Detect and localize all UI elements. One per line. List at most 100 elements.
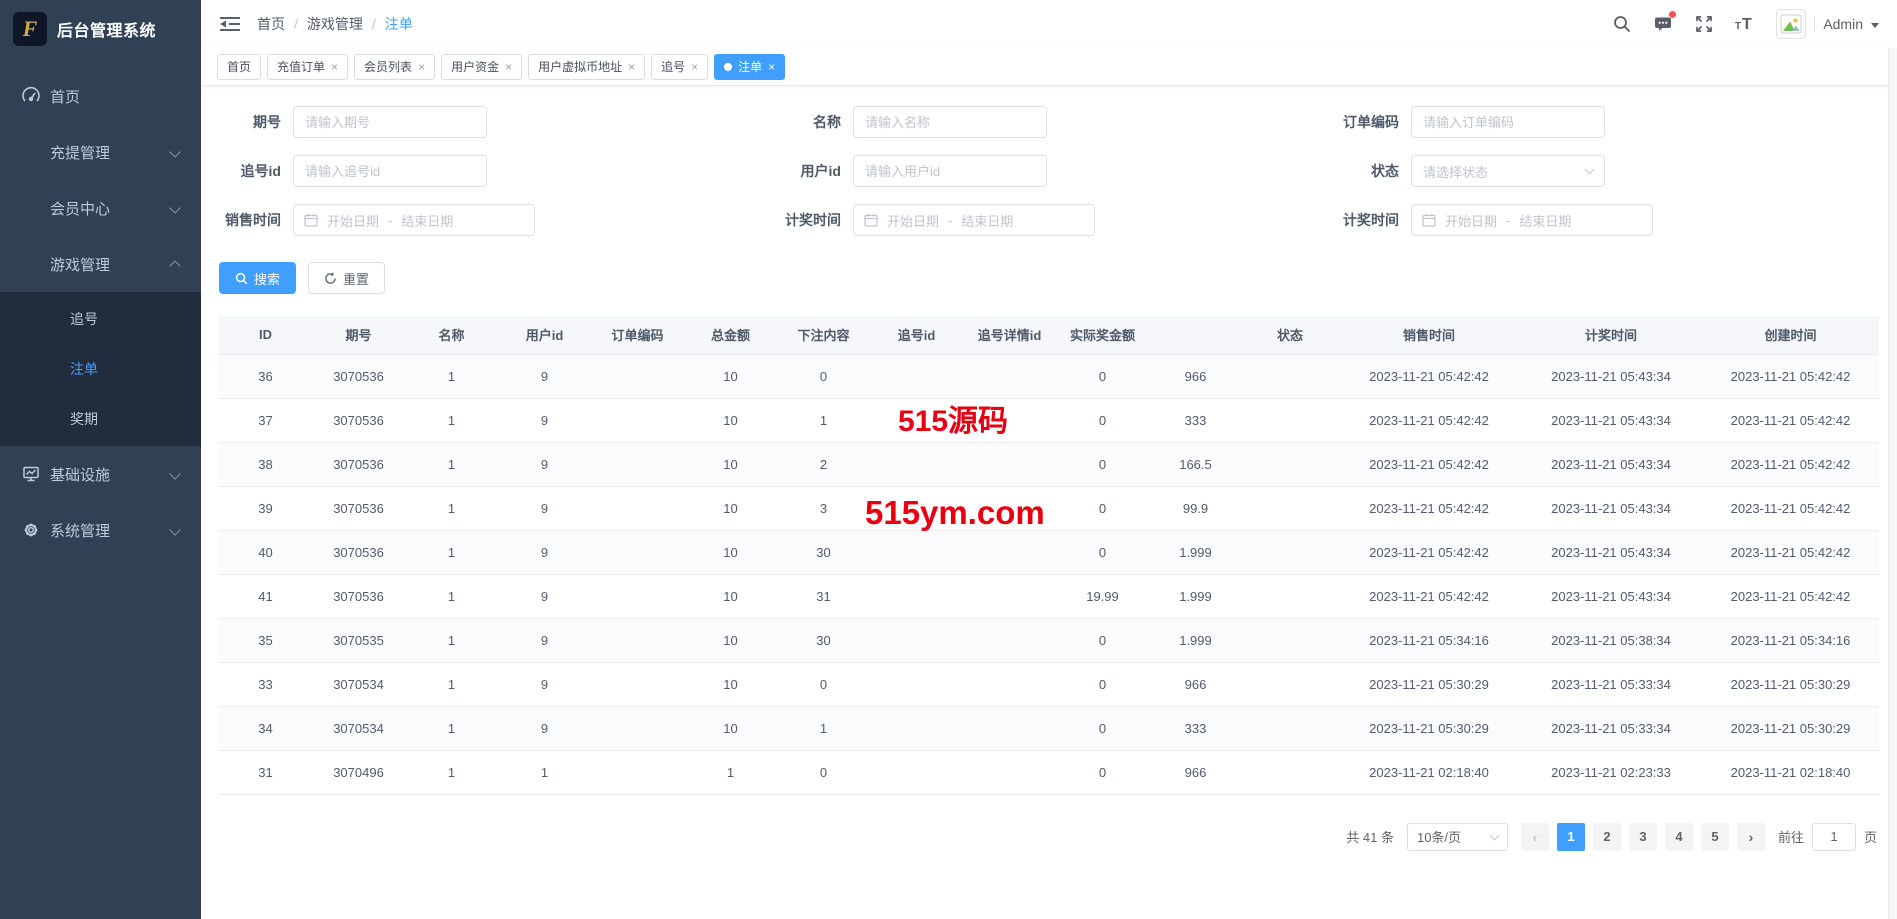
filter-name: 名称: [761, 106, 1319, 138]
tab-2[interactable]: 会员列表×: [354, 54, 435, 80]
message-icon[interactable]: [1653, 14, 1673, 34]
tab-close-icon[interactable]: ×: [768, 61, 775, 73]
table-cell: 1: [405, 618, 498, 662]
start-date-placeholder: 开始日期: [1445, 211, 1497, 230]
bets-table: ID期号名称用户id订单编码总金额下注内容追号id追号详情id实际奖金额状态销售…: [219, 316, 1879, 795]
page-button-1[interactable]: 1: [1557, 823, 1585, 851]
user-menu[interactable]: Admin: [1776, 9, 1879, 39]
table-row: 3730705361910103332023-11-21 05:42:42202…: [219, 398, 1879, 442]
collapse-sidebar-icon[interactable]: [219, 15, 241, 33]
table-cell: 966: [1149, 750, 1242, 794]
table-cell: 3070496: [312, 750, 405, 794]
scrollbar-gutter[interactable]: [1888, 48, 1897, 919]
table-cell: 1: [777, 398, 870, 442]
sidebar-item-home[interactable]: 首页: [0, 68, 201, 124]
avatar[interactable]: [1776, 9, 1806, 39]
font-size-icon[interactable]: T T: [1735, 14, 1755, 34]
sale-time-range-picker[interactable]: 开始日期 - 结束日期: [293, 204, 535, 236]
page-button-5[interactable]: 5: [1701, 823, 1729, 851]
sidebar-item-draws[interactable]: 奖期: [0, 394, 201, 444]
tab-3[interactable]: 用户资金×: [441, 54, 522, 80]
svg-text:T: T: [1742, 16, 1752, 33]
table-cell: 0: [1056, 442, 1149, 486]
next-page-button[interactable]: ›: [1737, 823, 1765, 851]
table-cell: [591, 486, 684, 530]
reset-button[interactable]: 重置: [308, 262, 385, 294]
search-icon[interactable]: [1612, 14, 1632, 34]
table-row: 41307053619103119.991.9992023-11-21 05:4…: [219, 574, 1879, 618]
tab-close-icon[interactable]: ×: [628, 61, 635, 73]
sidebar-item-recharge[interactable]: 充提管理: [0, 124, 201, 180]
tab-0[interactable]: 首页: [217, 54, 261, 80]
prize-time-range-picker-2[interactable]: 开始日期 - 结束日期: [1411, 204, 1653, 236]
field-label: 追号id: [201, 161, 293, 181]
field-label: 用户id: [761, 161, 853, 181]
search-button[interactable]: 搜索: [219, 262, 296, 294]
table-cell: 2023-11-21 05:42:42: [1338, 574, 1520, 618]
table-cell: 1: [405, 662, 498, 706]
table-cell: [1242, 706, 1338, 750]
sidebar-item-games[interactable]: 游戏管理: [0, 236, 201, 292]
user-id-input[interactable]: [853, 155, 1047, 187]
table-cell: 10: [684, 662, 777, 706]
table-cell: 3070536: [312, 574, 405, 618]
status-select[interactable]: 请选择状态: [1411, 155, 1605, 187]
table-cell: 2023-11-21 02:23:33: [1520, 750, 1702, 794]
breadcrumb-games[interactable]: 游戏管理: [307, 14, 363, 34]
tab-close-icon[interactable]: ×: [331, 61, 338, 73]
infrastructure-icon: [21, 464, 41, 484]
table-cell: 2023-11-21 05:30:29: [1702, 706, 1879, 750]
order-code-input[interactable]: [1411, 106, 1605, 138]
table-cell: 1: [405, 574, 498, 618]
page-button-3[interactable]: 3: [1629, 823, 1657, 851]
tab-5[interactable]: 追号 ×: [651, 54, 708, 80]
prize-time-range-picker-1[interactable]: 开始日期 - 结束日期: [853, 204, 1095, 236]
breadcrumb-separator: /: [372, 16, 376, 32]
date-separator: -: [388, 213, 392, 228]
tab-4[interactable]: 用户虚拟币地址×: [528, 54, 645, 80]
field-label: 计奖时间: [1319, 210, 1411, 230]
filter-status: 状态 请选择状态: [1319, 155, 1897, 187]
table-cell: 1.999: [1149, 618, 1242, 662]
page-button-4[interactable]: 4: [1665, 823, 1693, 851]
table-cell: 3070536: [312, 530, 405, 574]
column-header: 状态: [1242, 316, 1338, 354]
table-cell: 2023-11-21 05:42:42: [1338, 530, 1520, 574]
tab-6[interactable]: 注单×: [714, 54, 785, 80]
table-cell: [1242, 750, 1338, 794]
date-separator: -: [1506, 213, 1510, 228]
page-size-select[interactable]: 10条/页: [1407, 823, 1508, 851]
table-cell: 10: [684, 398, 777, 442]
calendar-icon: [304, 213, 318, 227]
sidebar-menu: 首页 充提管理 会员中心 游戏管理 追号 注单 奖期: [0, 68, 201, 558]
tab-close-icon[interactable]: ×: [691, 61, 698, 73]
chase-id-input[interactable]: [293, 155, 487, 187]
issue-no-input[interactable]: [293, 106, 487, 138]
table-cell: [963, 618, 1056, 662]
sidebar-item-members[interactable]: 会员中心: [0, 180, 201, 236]
sidebar-item-chase[interactable]: 追号: [0, 294, 201, 344]
tab-1[interactable]: 充值订单×: [267, 54, 348, 80]
sidebar-item-system[interactable]: 系统管理: [0, 502, 201, 558]
tab-close-icon[interactable]: ×: [505, 61, 512, 73]
chevron-up-icon: [169, 260, 180, 271]
name-input[interactable]: [853, 106, 1047, 138]
table-row: 383070536191020166.52023-11-21 05:42:422…: [219, 442, 1879, 486]
bets-table-wrap: ID期号名称用户id订单编码总金额下注内容追号id追号详情id实际奖金额状态销售…: [219, 316, 1879, 795]
table-cell: [870, 530, 963, 574]
table-cell: 34: [219, 706, 312, 750]
table-cell: 2: [777, 442, 870, 486]
prev-page-button[interactable]: ‹: [1521, 823, 1549, 851]
sidebar-item-bets[interactable]: 注单: [0, 344, 201, 394]
tab-close-icon[interactable]: ×: [418, 61, 425, 73]
table-row: 39307053619103099.92023-11-21 05:42:4220…: [219, 486, 1879, 530]
page-button-2[interactable]: 2: [1593, 823, 1621, 851]
tab-label: 追号: [661, 58, 685, 75]
fullscreen-icon[interactable]: [1694, 14, 1714, 34]
sidebar-item-infrastructure[interactable]: 基础设施: [0, 446, 201, 502]
table-cell: 9: [498, 354, 591, 398]
sidebar-submenu-games: 追号 注单 奖期: [0, 292, 201, 446]
breadcrumb-home[interactable]: 首页: [257, 14, 285, 34]
table-cell: [963, 750, 1056, 794]
goto-page-input[interactable]: [1812, 823, 1856, 851]
